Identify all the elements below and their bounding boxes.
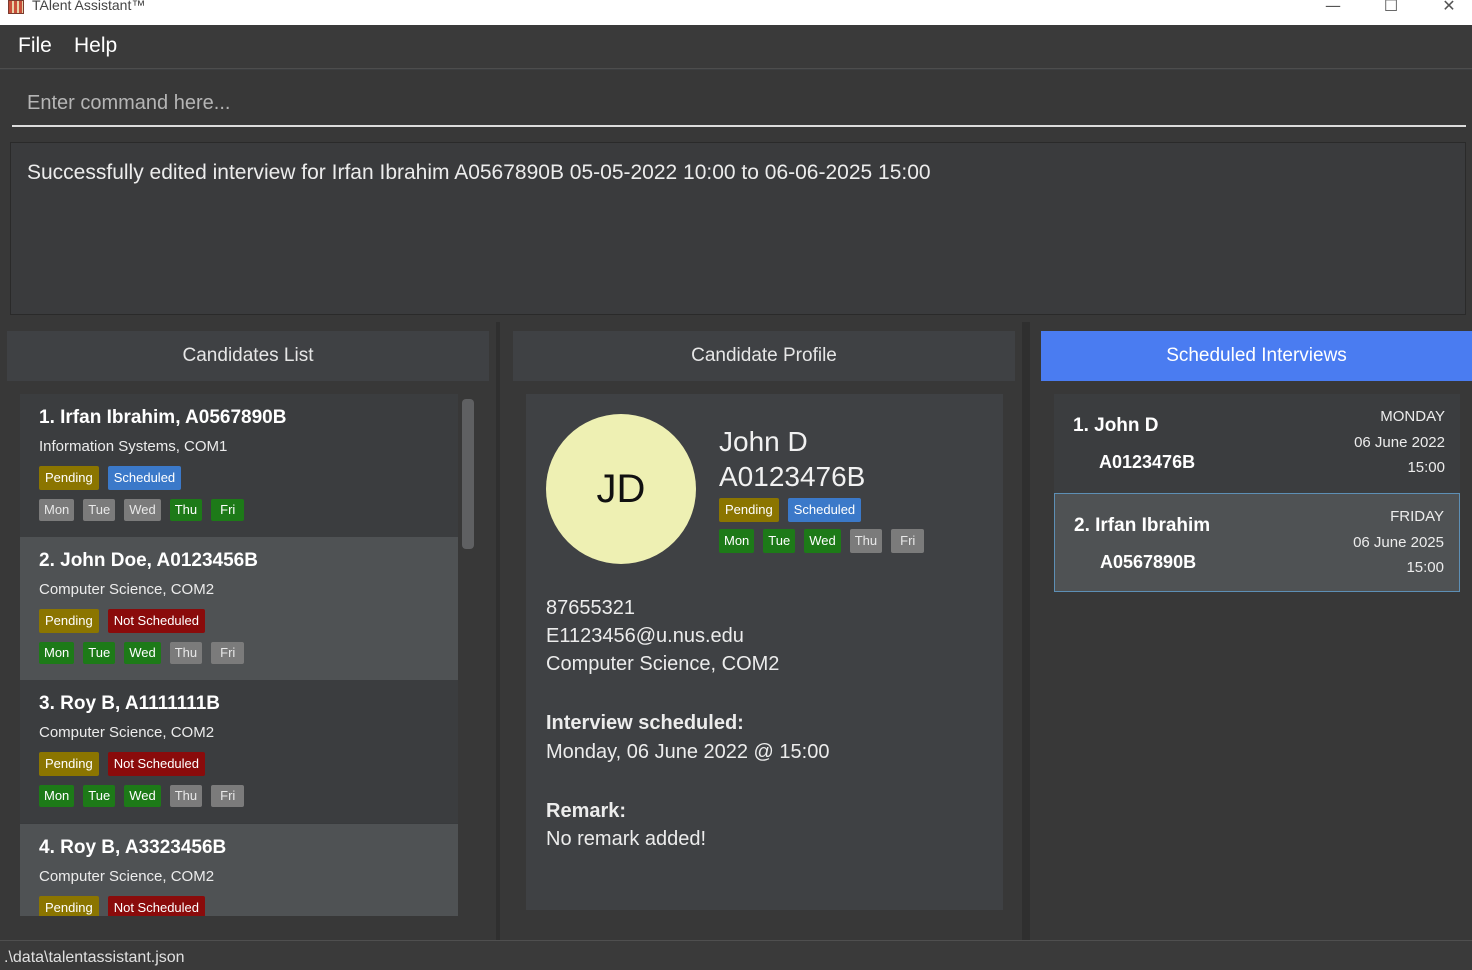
candidate-card[interactable]: 3. Roy B, A1111111B Computer Science, CO… [20,680,458,823]
interview-day: FRIDAY [1390,508,1444,525]
candidate-name-id: 2. John Doe, A0123456B [39,550,258,571]
interview-candidate-id: A0567890B [1100,552,1197,572]
remark-value: No remark added! [546,828,707,850]
day-badge-mon: Mon [39,499,75,521]
app-icon [8,0,24,14]
status-badge: Pending [39,466,99,490]
day-badge-tue: Tue [83,785,116,807]
candidates-scrollbar-thumb[interactable] [462,399,474,549]
status-badge: Pending [39,896,99,916]
day-badge-thu: Thu [849,529,883,553]
status-badge: Pending [39,609,99,633]
day-badge-fri: Fri [211,642,245,664]
profile-course: Computer Science, COM2 [546,653,780,675]
interview-date: 06 June 2025 [1353,534,1444,551]
title-bar: TAlent Assistant™ — ☐ ✕ [0,0,1472,25]
candidate-profile-header[interactable]: Candidate Profile [513,331,1015,381]
interview-candidate-name: 1. John D [1073,415,1159,436]
candidate-name-id: 3. Roy B, A1111111B [39,693,220,714]
result-area: Successfully edited interview for Irfan … [0,136,1472,322]
candidates-list[interactable]: 1. Irfan Ibrahim, A0567890B Information … [20,394,458,916]
candidate-course: Computer Science, COM2 [39,581,215,598]
minimize-icon[interactable]: — [1310,0,1356,18]
interview-card-selected[interactable]: 2. Irfan Ibrahim A0567890B FRIDAY 06 Jun… [1054,493,1460,592]
interview-status-badge: Not Scheduled [107,752,205,776]
day-badge-thu: Thu [169,499,203,521]
interview-time: 15:00 [1406,559,1444,576]
scheduled-interviews-header[interactable]: Scheduled Interviews [1041,331,1472,381]
interview-status-badge: Scheduled [787,498,862,522]
day-badge-fri: Fri [211,785,245,807]
day-badge-wed: Wed [124,785,161,807]
close-icon[interactable]: ✕ [1426,0,1472,18]
result-display: Successfully edited interview for Irfan … [10,142,1466,315]
status-badge: Pending [39,752,99,776]
interview-day: MONDAY [1380,408,1445,425]
day-badge-tue: Tue [83,642,116,664]
candidate-card[interactable]: 4. Roy B, A3323456B Computer Science, CO… [20,824,458,916]
panel-divider [1022,322,1030,940]
day-badge-mon: Mon [719,529,755,553]
remark-label: Remark: [546,800,627,822]
interview-status-badge: Scheduled [107,466,182,490]
candidates-list-header[interactable]: Candidates List [7,331,489,381]
candidate-card[interactable]: 2. John Doe, A0123456B Computer Science,… [20,537,458,680]
interview-time: 15:00 [1407,459,1445,476]
profile-student-id: A0123476B [719,461,866,492]
candidate-course: Computer Science, COM2 [39,868,215,885]
data-file-path: .\data\talentassistant.json [4,949,185,966]
candidate-card[interactable]: 1. Irfan Ibrahim, A0567890B Information … [20,394,458,537]
status-bar: .\data\talentassistant.json [0,940,1472,970]
profile-email: E1123456@u.nus.edu [546,625,744,647]
day-badge-thu: Thu [169,785,203,807]
day-badge-mon: Mon [39,642,75,664]
day-badge-wed: Wed [124,499,161,521]
interview-status-badge: Not Scheduled [107,896,205,916]
profile-name: John D [719,426,808,457]
interview-label: Interview scheduled: [546,712,744,734]
interview-date: 06 June 2022 [1354,434,1445,451]
status-badge: Pending [719,498,779,522]
day-badge-tue: Tue [763,529,796,553]
candidate-name-id: 1. Irfan Ibrahim, A0567890B [39,407,287,428]
candidate-course: Computer Science, COM2 [39,724,215,741]
avatar: JD [546,414,696,564]
interview-status-badge: Not Scheduled [107,609,205,633]
result-message: Successfully edited interview for Irfan … [27,161,931,184]
interview-candidate-name: 2. Irfan Ibrahim [1074,515,1211,536]
menu-help[interactable]: Help [74,34,117,58]
day-badge-mon: Mon [39,785,75,807]
command-input[interactable] [12,82,1466,127]
menu-bar: File Help [0,25,1472,69]
interview-card[interactable]: 1. John D A0123476B MONDAY 06 June 2022 … [1054,394,1460,493]
day-badge-fri: Fri [891,529,925,553]
interview-candidate-id: A0123476B [1099,452,1196,472]
day-badge-thu: Thu [169,642,203,664]
maximize-icon[interactable]: ☐ [1368,0,1414,18]
profile-phone: 87655321 [546,597,635,619]
candidate-course: Information Systems, COM1 [39,438,228,455]
window-title: TAlent Assistant™ [32,0,146,13]
candidate-profile-card: JD John D A0123476B Pending Scheduled Mo… [526,394,1003,910]
day-badge-wed: Wed [804,529,841,553]
command-area [0,70,1472,136]
day-badge-fri: Fri [211,499,245,521]
day-badge-tue: Tue [83,499,116,521]
menu-file[interactable]: File [18,34,52,58]
interview-value: Monday, 06 June 2022 @ 15:00 [546,741,830,763]
day-badge-wed: Wed [124,642,161,664]
candidate-name-id: 4. Roy B, A3323456B [39,837,227,858]
